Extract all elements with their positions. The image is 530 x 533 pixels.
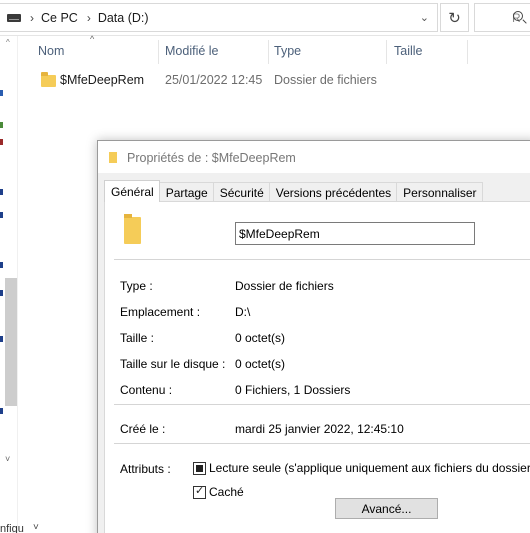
readonly-checkbox[interactable] <box>193 461 206 475</box>
nav-item-marker <box>0 262 3 268</box>
address-bar: › Ce PC › Data (D:) ⌄ ↻ R <box>0 0 530 36</box>
divider <box>114 259 530 260</box>
nav-item-marker <box>0 90 3 96</box>
hidden-label: Caché <box>209 485 244 499</box>
navigation-pane[interactable]: ^ ˅ <box>0 36 18 533</box>
column-header-size[interactable]: Taille <box>394 44 423 58</box>
tab-previous-versions[interactable]: Versions précédentes <box>268 182 398 202</box>
file-type: Dossier de fichiers <box>274 73 377 87</box>
contents-value: 0 Fichiers, 1 Dossiers <box>235 383 351 397</box>
hidden-checkbox[interactable] <box>193 484 206 499</box>
nav-item-marker <box>0 122 3 128</box>
column-divider[interactable] <box>158 40 159 64</box>
column-divider[interactable] <box>467 40 468 64</box>
chevron-down-icon[interactable]: ˅ <box>33 522 39 533</box>
chevron-right-icon[interactable]: › <box>30 11 34 25</box>
created-label: Créé le : <box>120 422 166 436</box>
column-header-name[interactable]: Nom <box>38 44 64 58</box>
search-input[interactable]: R <box>474 3 530 32</box>
location-label: Emplacement : <box>120 305 201 319</box>
nav-item-marker <box>0 408 3 414</box>
search-icon <box>513 11 523 21</box>
tab-security[interactable]: Sécurité <box>212 182 270 202</box>
navigation-scrollbar-thumb[interactable] <box>5 278 17 406</box>
tab-general[interactable]: Général <box>104 180 160 202</box>
folder-icon <box>124 214 141 244</box>
nav-item-marker <box>0 336 3 342</box>
size-value: 0 octet(s) <box>235 331 286 345</box>
hidden-checkbox-row[interactable]: Caché <box>193 484 244 499</box>
column-headers: ^ Nom Modifié le Type Taille <box>19 34 530 66</box>
readonly-checkbox-row[interactable]: Lecture seule (s'applique uniquement aux… <box>193 461 530 475</box>
details-pane-label: nfigu <box>0 523 24 533</box>
location-value: D:\ <box>235 305 251 319</box>
type-label: Type : <box>120 279 153 293</box>
file-modified-date: 25/01/2022 12:45 <box>165 73 263 87</box>
breadcrumb-ce-pc[interactable]: Ce PC <box>41 11 78 25</box>
size-on-disk-value: 0 octet(s) <box>235 357 286 371</box>
drive-icon <box>7 13 21 22</box>
column-divider[interactable] <box>268 40 269 64</box>
size-on-disk-label: Taille sur le disque : <box>120 357 226 371</box>
tab-customize[interactable]: Personnaliser <box>396 182 483 202</box>
chevron-right-icon[interactable]: › <box>87 11 91 25</box>
column-header-type[interactable]: Type <box>274 44 301 58</box>
file-row[interactable]: $MfeDeepRem 25/01/2022 12:45 Dossier de … <box>19 68 499 92</box>
folder-icon <box>41 72 56 87</box>
scroll-up-icon[interactable]: ^ <box>6 38 10 47</box>
contents-label: Contenu : <box>120 383 173 397</box>
scroll-down-icon[interactable]: ˅ <box>5 454 10 464</box>
address-box[interactable]: › Ce PC › Data (D:) ⌄ <box>0 3 438 32</box>
dialog-title: Propriétés de : $MfeDeepRem <box>127 151 296 165</box>
chevron-down-icon[interactable]: ⌄ <box>420 11 429 24</box>
nav-item-marker <box>0 212 3 218</box>
readonly-label: Lecture seule (s'applique uniquement aux… <box>209 461 530 475</box>
size-label: Taille : <box>120 331 155 345</box>
nav-item-marker <box>0 139 3 145</box>
breadcrumb-data-drive[interactable]: Data (D:) <box>98 11 149 25</box>
column-divider[interactable] <box>386 40 387 64</box>
dialog-body: Général Partage Sécurité Versions précéd… <box>98 173 530 533</box>
dialog-titlebar[interactable]: Propriétés de : $MfeDeepRem <box>98 141 530 173</box>
refresh-icon: ↻ <box>448 9 461 27</box>
attributes-label: Attributs : <box>120 462 171 476</box>
file-name: $MfeDeepRem <box>60 73 145 87</box>
refresh-button[interactable]: ↻ <box>440 3 469 32</box>
nav-item-marker <box>0 189 3 195</box>
tab-strip: Général Partage Sécurité Versions précéd… <box>104 180 483 202</box>
divider <box>114 443 530 444</box>
folder-icon <box>109 152 117 163</box>
advanced-button[interactable]: Avancé... <box>335 498 438 519</box>
column-header-modified[interactable]: Modifié le <box>165 44 219 58</box>
general-tab-panel: Type : Dossier de fichiers Emplacement :… <box>104 201 530 533</box>
tab-sharing[interactable]: Partage <box>158 182 214 202</box>
type-value: Dossier de fichiers <box>235 279 334 293</box>
divider <box>114 404 530 405</box>
sort-ascending-icon: ^ <box>90 34 95 44</box>
nav-item-marker <box>0 290 3 296</box>
properties-dialog: Propriétés de : $MfeDeepRem Général Part… <box>97 140 530 533</box>
created-value: mardi 25 janvier 2022, 12:45:10 <box>235 422 404 436</box>
folder-name-input[interactable] <box>235 222 475 245</box>
